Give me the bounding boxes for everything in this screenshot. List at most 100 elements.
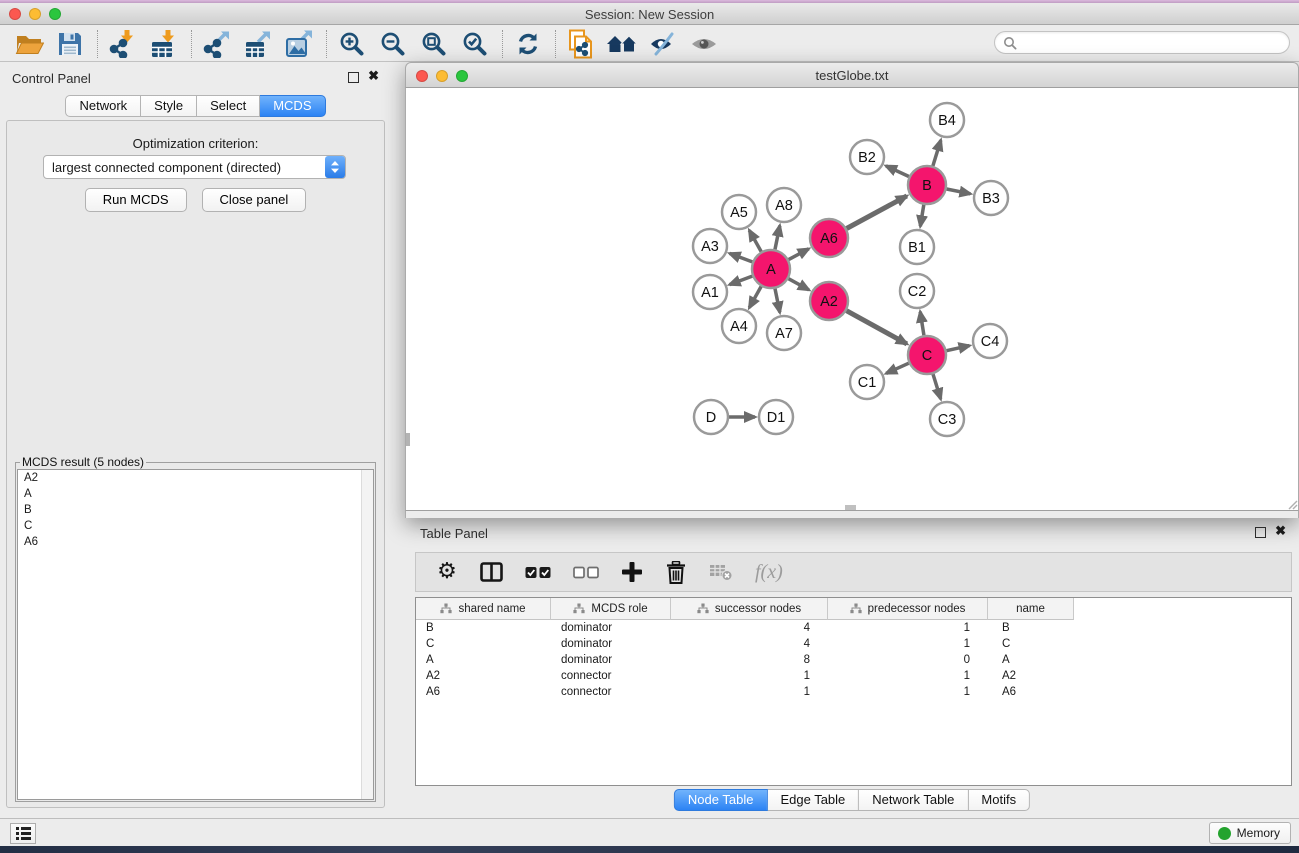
graph-node-B1[interactable]: B1	[900, 230, 934, 264]
graph-node-A[interactable]: A	[752, 250, 790, 288]
select-all-checkboxes-icon[interactable]	[525, 566, 551, 579]
tab-node-table[interactable]: Node Table	[674, 789, 768, 811]
show-panels-eye-icon[interactable]	[688, 29, 720, 59]
canvas-horizontal-scrollbar[interactable]	[845, 505, 856, 510]
graph-edge-A-A3[interactable]	[730, 253, 753, 262]
graph-node-C4[interactable]: C4	[973, 324, 1007, 358]
graph-node-A5[interactable]: A5	[722, 195, 756, 229]
graph-node-C2[interactable]: C2	[900, 274, 934, 308]
mcds-result-item[interactable]: C	[18, 518, 373, 534]
split-columns-icon[interactable]	[480, 562, 503, 582]
graph-node-C3[interactable]: C3	[930, 402, 964, 436]
graph-node-A4[interactable]: A4	[722, 309, 756, 343]
tab-network[interactable]: Network	[65, 95, 141, 117]
graph-node-C[interactable]: C	[908, 336, 946, 374]
task-history-button[interactable]	[10, 823, 36, 844]
graph-edge-A-A1[interactable]	[730, 276, 753, 285]
graph-edge-C-C2[interactable]	[920, 312, 924, 336]
search-input[interactable]	[1017, 36, 1289, 50]
graph-node-A8[interactable]: A8	[767, 188, 801, 222]
zoom-selected-icon[interactable]	[459, 29, 491, 59]
criterion-select[interactable]: largest connected component (directed)	[43, 155, 346, 179]
graph-edge-A-A8[interactable]	[775, 226, 780, 250]
graph-edge-A-A7[interactable]	[775, 289, 780, 313]
export-network-icon[interactable]	[201, 29, 233, 59]
float-panel-icon[interactable]	[348, 72, 359, 83]
create-column-plus-icon[interactable]	[621, 561, 643, 583]
zoom-in-icon[interactable]	[336, 29, 368, 59]
graph-edge-A-A2[interactable]	[789, 279, 809, 290]
memory-button[interactable]: Memory	[1209, 822, 1291, 844]
graph-node-A3[interactable]: A3	[693, 229, 727, 263]
mcds-result-list[interactable]: A2ABCA6	[17, 469, 374, 800]
graph-edge-B-B3[interactable]	[947, 189, 971, 194]
table-settings-gear-icon[interactable]: ⚙	[436, 562, 458, 582]
graph-edge-A-A4[interactable]	[749, 286, 761, 307]
close-panel-icon[interactable]: ✖	[368, 68, 379, 84]
refresh-icon[interactable]	[512, 29, 544, 59]
graph-edge-C-C4[interactable]	[947, 346, 970, 351]
graph-edge-A6-B[interactable]	[847, 196, 907, 229]
tab-network-table[interactable]: Network Table	[859, 789, 968, 811]
graph-node-A6[interactable]: A6	[810, 219, 848, 257]
mcds-result-item[interactable]: B	[18, 502, 373, 518]
graph-node-A2[interactable]: A2	[810, 282, 848, 320]
mcds-result-item[interactable]: A6	[18, 534, 373, 550]
run-mcds-button[interactable]: Run MCDS	[85, 188, 187, 212]
column-header-successor-nodes[interactable]: successor nodes	[671, 598, 828, 620]
graph-node-B3[interactable]: B3	[974, 181, 1008, 215]
table-row[interactable]: A2connector11A2	[416, 668, 1291, 684]
export-table-icon[interactable]	[242, 29, 274, 59]
search-field[interactable]	[994, 31, 1290, 54]
close-panel-button[interactable]: Close panel	[202, 188, 307, 212]
zoom-fit-icon[interactable]	[418, 29, 450, 59]
tab-mcds[interactable]: MCDS	[260, 95, 325, 117]
column-header-MCDS-role[interactable]: MCDS role	[551, 598, 671, 620]
graph-edge-B-B1[interactable]	[920, 205, 924, 227]
zoom-out-icon[interactable]	[377, 29, 409, 59]
graph-node-A1[interactable]: A1	[693, 275, 727, 309]
deselect-checkboxes-icon[interactable]	[573, 566, 599, 579]
graph-edge-A-A5[interactable]	[749, 230, 761, 251]
graph-edge-C-C3[interactable]	[933, 374, 941, 399]
tab-motifs[interactable]: Motifs	[968, 789, 1030, 811]
graph-edge-C-C1[interactable]	[886, 363, 909, 373]
export-image-icon[interactable]	[283, 29, 315, 59]
graph-edge-B-B4[interactable]	[933, 140, 941, 166]
open-network-from-file-icon[interactable]	[565, 29, 597, 59]
graph-node-B[interactable]: B	[908, 166, 946, 204]
tab-select[interactable]: Select	[197, 95, 260, 117]
table-row[interactable]: Adominator80A	[416, 652, 1291, 668]
table-row[interactable]: Cdominator41C	[416, 636, 1291, 652]
delete-trash-icon[interactable]	[665, 561, 687, 584]
graph-edge-A2-C[interactable]	[847, 311, 907, 344]
graph-node-A7[interactable]: A7	[767, 316, 801, 350]
column-header-shared-name[interactable]: shared name	[416, 598, 551, 620]
mcds-list-scrollbar[interactable]	[361, 470, 373, 799]
close-table-panel-icon[interactable]: ✖	[1275, 523, 1286, 539]
mcds-result-item[interactable]: A	[18, 486, 373, 502]
import-network-icon[interactable]	[107, 29, 139, 59]
open-session-icon[interactable]	[13, 29, 45, 59]
graph-edge-A-A6[interactable]	[789, 249, 809, 260]
column-header-name[interactable]: name	[988, 598, 1074, 620]
column-header-predecessor-nodes[interactable]: predecessor nodes	[828, 598, 988, 620]
tab-edge-table[interactable]: Edge Table	[767, 789, 859, 811]
graph-node-D[interactable]: D	[694, 400, 728, 434]
graph-node-C1[interactable]: C1	[850, 365, 884, 399]
mcds-result-item[interactable]: A2	[18, 470, 373, 486]
import-table-icon[interactable]	[148, 29, 180, 59]
network-canvas[interactable]: B4B2BB3A8A5A6A3B1AA1C2A2A4A7C4CC1DD1C3	[405, 88, 1299, 511]
home-view-icon[interactable]	[606, 29, 638, 59]
save-session-icon[interactable]	[54, 29, 86, 59]
graph-edge-B-B2[interactable]	[886, 166, 909, 177]
tab-style[interactable]: Style	[141, 95, 197, 117]
resize-grip-icon[interactable]	[1286, 498, 1298, 510]
hide-panels-eye-icon[interactable]	[647, 29, 679, 59]
float-table-panel-icon[interactable]	[1255, 527, 1266, 538]
table-row[interactable]: A6connector11A6	[416, 684, 1291, 700]
table-row[interactable]: Bdominator41B	[416, 620, 1291, 636]
graph-node-B2[interactable]: B2	[850, 140, 884, 174]
graph-node-B4[interactable]: B4	[930, 103, 964, 137]
network-window-titlebar[interactable]: testGlobe.txt	[405, 62, 1299, 88]
